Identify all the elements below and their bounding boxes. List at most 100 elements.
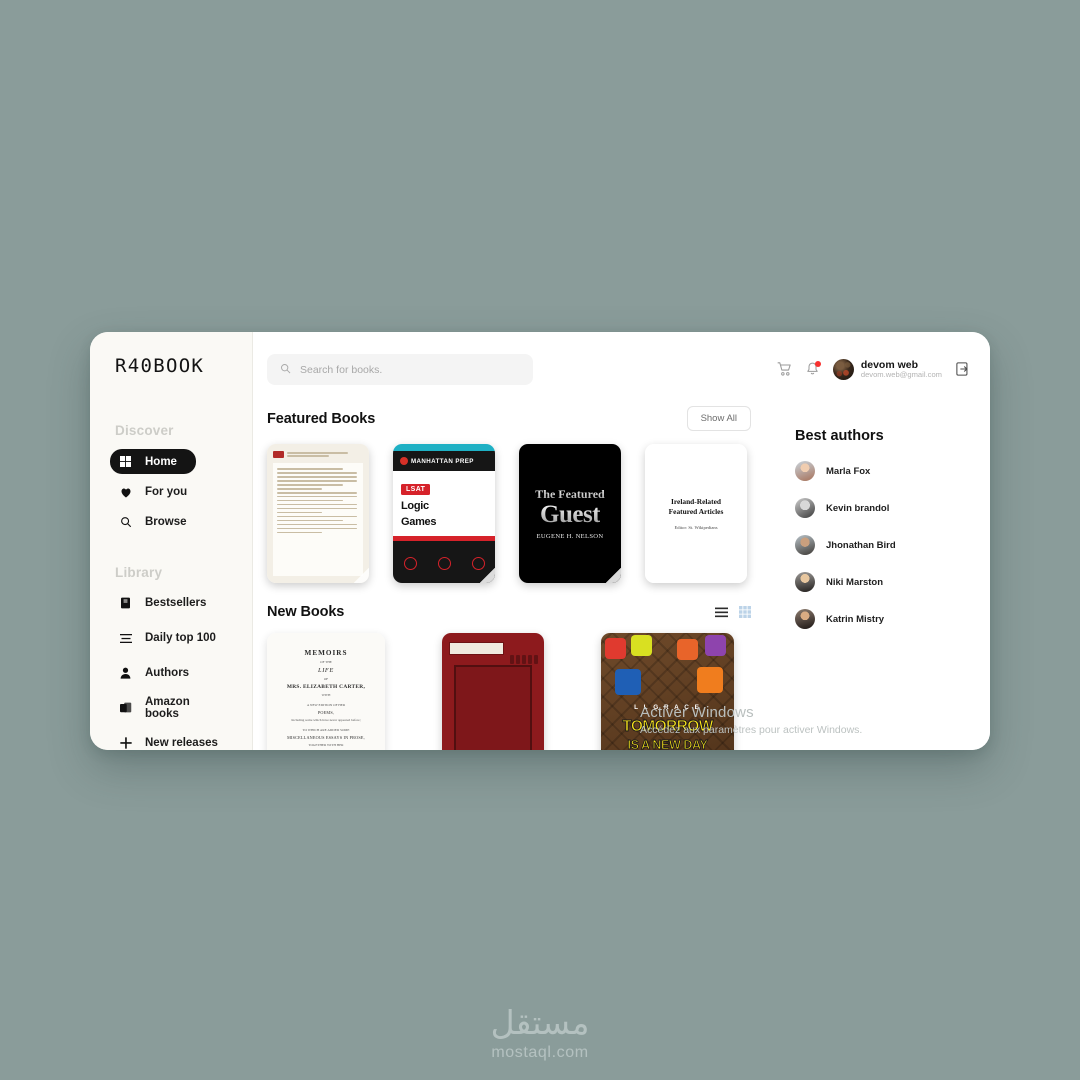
author-list-item[interactable]: Katrin Mistry [795, 609, 973, 629]
book-card[interactable]: MANHATTAN PREP LSAT Logic Games [393, 444, 495, 583]
cover-line: WITH [321, 693, 331, 697]
topbar-actions: devom web devom.web@gmail.com [777, 359, 970, 380]
cover-line-2: IS A NEW DAY [627, 738, 708, 750]
sidebar-item-label: Amazon books [145, 696, 190, 720]
search-input[interactable] [300, 363, 520, 376]
sidebar-group-discover-title: Discover [115, 423, 174, 438]
best-authors-panel: Best authors Marla Fox Kevin brandol Jho… [773, 385, 973, 750]
user-email: devom.web@gmail.com [860, 370, 942, 380]
user-menu[interactable]: devom web devom.web@gmail.com [832, 359, 942, 380]
cover-title-2: Games [401, 516, 437, 529]
sidebar-item-browse[interactable]: Browse [110, 510, 196, 534]
sidebar-item-new-releases[interactable]: New releases [110, 731, 220, 750]
featured-books-row: MANHATTAN PREP LSAT Logic Games The Feat… [267, 444, 773, 583]
cover-title-1: Logic [401, 500, 429, 513]
author-avatar [795, 572, 815, 592]
logout-icon[interactable] [956, 362, 970, 377]
search-icon [119, 516, 132, 529]
sidebar-item-label: Bestsellers [145, 597, 207, 609]
mostaql-watermark: مستقل mostaql.com [0, 1004, 1080, 1062]
person-icon [119, 667, 132, 680]
sidebar-item-authors[interactable]: Authors [110, 661, 220, 685]
notification-badge [814, 361, 821, 368]
cover-brand: L L G R A C E [634, 704, 701, 712]
book-cover-plain: Ireland-Related Featured Articles Editor… [645, 444, 747, 583]
grid-view-icon[interactable] [739, 606, 751, 618]
sidebar-item-amazon-books[interactable]: Amazon books [110, 696, 220, 720]
sidebar-library-list: Bestsellers Daily top 100 Authors Amazon… [90, 591, 252, 750]
sidebar-discover-list: Home For you Browse [90, 449, 252, 534]
author-name: Jhonathan Bird [826, 539, 896, 551]
sidebar-item-for-you[interactable]: For you [110, 480, 196, 504]
cover-line-2: Guest [540, 501, 601, 529]
new-books-header: New Books [267, 604, 773, 620]
sidebar-item-label: Home [145, 455, 177, 468]
author-list-item[interactable]: Kevin brandol [795, 498, 973, 518]
cover-line: OF THE [320, 660, 332, 664]
app-logo: R40BOOK [115, 355, 205, 377]
book-card[interactable] [267, 444, 369, 583]
sidebar-item-bestsellers[interactable]: Bestsellers [110, 591, 220, 615]
author-list-item[interactable]: Niki Marston [795, 572, 973, 592]
book-cover-tomorrow: L L G R A C E TOMORROW IS A NEW DAY [601, 633, 734, 750]
cover-title: Ireland-Related Featured Articles [668, 496, 724, 516]
cover-line-1: The Featured [535, 487, 605, 502]
search-box[interactable] [267, 354, 533, 385]
cover-line: OF [323, 677, 329, 681]
book-card[interactable]: The Featured Guest EUGENE H. NELSON [519, 444, 621, 583]
sidebar-item-label: New releases [145, 737, 218, 749]
sidebar-group-library-title: Library [115, 565, 163, 580]
book-card[interactable] [442, 633, 544, 750]
author-name: Katrin Mistry [826, 613, 885, 625]
author-list-item[interactable]: Jhonathan Bird [795, 535, 973, 555]
watermark-latin: mostaql.com [491, 1044, 589, 1061]
stack-icon [119, 702, 132, 715]
book-cover-red [442, 633, 544, 750]
cover-subtitle: Editor: St. Wikipedians [674, 525, 718, 531]
list-lines-icon [119, 632, 132, 645]
new-books-row: MEMOIRS OF THE LIFE OF MRS. ELIZABETH CA… [267, 633, 773, 750]
author-avatar [795, 535, 815, 555]
cart-icon[interactable] [777, 362, 792, 377]
grid-icon [119, 455, 132, 468]
cover-line: MEMOIRS [304, 649, 348, 657]
watermark-arabic: مستقل [490, 1003, 590, 1043]
cover-author: EUGENE H. NELSON [536, 532, 604, 540]
sidebar-item-label: Authors [145, 667, 190, 679]
author-name: Niki Marston [826, 576, 884, 588]
new-books-title: New Books [267, 604, 345, 620]
bell-icon[interactable] [806, 361, 821, 376]
list-view-icon[interactable] [715, 607, 728, 618]
book-cover-manhattan: MANHATTAN PREP LSAT Logic Games [393, 444, 495, 583]
sidebar-item-label: Daily top 100 [145, 632, 216, 644]
cover-badge: LSAT [401, 484, 431, 496]
show-all-button[interactable]: Show All [686, 406, 751, 431]
sidebar-item-daily-top-100[interactable]: Daily top 100 [110, 626, 220, 650]
book-cover-guest: The Featured Guest EUGENE H. NELSON [519, 444, 621, 583]
topbar: devom web devom.web@gmail.com [253, 354, 990, 385]
sidebar: R40BOOK Discover Home For you Browse Lib… [90, 332, 253, 750]
book-icon [119, 597, 132, 610]
books-column: Featured Books Show All MANHATTAN PREP L… [253, 385, 773, 750]
page-fold [606, 568, 621, 583]
cover-line: LIFE [318, 667, 334, 674]
cover-line: A NEW EDITION OF HER [306, 703, 346, 707]
author-list-item[interactable]: Marla Fox [795, 461, 973, 481]
author-name: Marla Fox [826, 465, 871, 477]
page-fold [354, 568, 369, 583]
cover-line: TOGETHER WITH HER [308, 743, 344, 747]
book-card[interactable]: Ireland-Related Featured Articles Editor… [645, 444, 747, 583]
featured-title: Featured Books [267, 410, 376, 427]
book-card[interactable]: L L G R A C E TOMORROW IS A NEW DAY [601, 633, 734, 750]
search-icon [280, 361, 291, 379]
best-authors-title: Best authors [795, 428, 884, 444]
cover-brand: MANHATTAN PREP [411, 457, 474, 465]
cover-line: MISCELLANEOUS ESSAYS IN PROSE, [287, 735, 365, 740]
book-card[interactable]: MEMOIRS OF THE LIFE OF MRS. ELIZABETH CA… [267, 633, 385, 750]
content-area: Featured Books Show All MANHATTAN PREP L… [253, 385, 990, 750]
cover-line: Including some which have never appeared… [291, 718, 361, 722]
cover-line: TO WHICH ARE ADDED SOME [302, 728, 350, 732]
cover-line-1: TOMORROW [622, 718, 714, 736]
sidebar-item-label: For you [145, 486, 188, 498]
sidebar-item-home[interactable]: Home [110, 449, 196, 474]
